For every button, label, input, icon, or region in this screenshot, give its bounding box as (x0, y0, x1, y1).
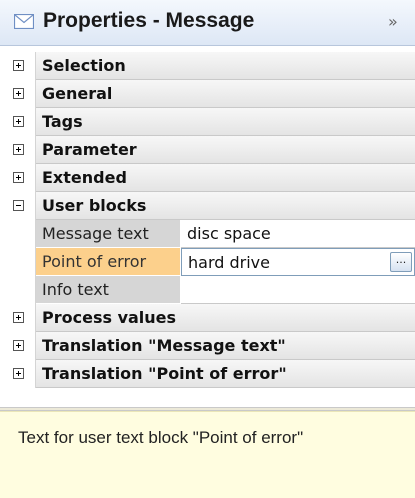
property-name-label: Point of error (42, 252, 147, 271)
category-label: Extended (42, 168, 127, 187)
description-text: Text for user text block "Point of error… (18, 428, 304, 447)
property-name-label: Info text (42, 280, 109, 299)
property-grid: Selection General Tags Parameter Extende… (6, 52, 415, 388)
description-pane: Text for user text block "Point of error… (0, 411, 415, 498)
panel-title: Properties - Message (43, 9, 255, 32)
category-process-values[interactable]: Process values (6, 304, 415, 332)
property-row-message-text[interactable]: Message text disc space (6, 220, 415, 248)
category-label: Translation "Point of error" (42, 364, 287, 383)
expand-plus-icon[interactable] (13, 340, 24, 351)
expand-plus-icon[interactable] (13, 88, 24, 99)
property-value-field[interactable] (181, 276, 415, 304)
panel-header: Properties - Message » (0, 0, 415, 46)
collapse-chevron-icon[interactable]: » (388, 12, 398, 31)
expand-plus-icon[interactable] (13, 172, 24, 183)
category-label: Selection (42, 56, 126, 75)
expand-plus-icon[interactable] (13, 312, 24, 323)
category-label: Process values (42, 308, 177, 327)
property-value-text: disc space (187, 224, 271, 243)
category-user-blocks[interactable]: User blocks (6, 192, 415, 220)
property-value-field[interactable]: disc space (181, 220, 415, 248)
properties-panel: Properties - Message » Selection General… (0, 0, 415, 498)
property-value-field[interactable]: hard drive ... (181, 248, 415, 276)
category-extended[interactable]: Extended (6, 164, 415, 192)
category-translation-point-of-error[interactable]: Translation "Point of error" (6, 360, 415, 388)
category-label: Translation "Message text" (42, 336, 286, 355)
envelope-icon (14, 14, 34, 29)
property-row-info-text[interactable]: Info text (6, 276, 415, 304)
category-label: Parameter (42, 140, 137, 159)
expand-plus-icon[interactable] (13, 116, 24, 127)
ellipsis-button[interactable]: ... (390, 252, 412, 272)
property-name-label: Message text (42, 224, 149, 243)
category-parameter[interactable]: Parameter (6, 136, 415, 164)
property-name: Message text (36, 220, 181, 248)
category-general[interactable]: General (6, 80, 415, 108)
property-name: Info text (36, 276, 181, 304)
expand-plus-icon[interactable] (13, 368, 24, 379)
property-value-text: hard drive (188, 253, 270, 272)
category-label: Tags (42, 112, 83, 131)
category-label: User blocks (42, 196, 147, 215)
category-label: General (42, 84, 113, 103)
expand-plus-icon[interactable] (13, 144, 24, 155)
expand-plus-icon[interactable] (13, 60, 24, 71)
property-name: Point of error (36, 248, 181, 276)
collapse-minus-icon[interactable] (13, 200, 24, 211)
category-translation-message-text[interactable]: Translation "Message text" (6, 332, 415, 360)
category-tags[interactable]: Tags (6, 108, 415, 136)
property-row-point-of-error[interactable]: Point of error hard drive ... (6, 248, 415, 276)
category-selection[interactable]: Selection (6, 52, 415, 80)
